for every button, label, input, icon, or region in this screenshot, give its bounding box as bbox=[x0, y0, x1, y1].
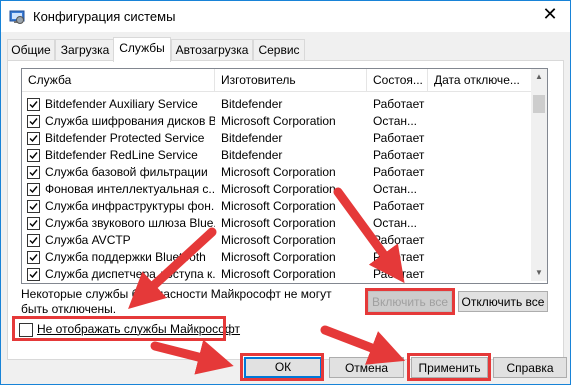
service-name: Фоновая интеллектуальная с... bbox=[45, 182, 215, 196]
service-status: Работает bbox=[373, 233, 425, 247]
table-row[interactable]: Bitdefender RedLine Service Bitdefender Ра… bbox=[22, 147, 532, 164]
row-checkbox[interactable] bbox=[27, 183, 40, 196]
checkmark-icon bbox=[29, 169, 38, 177]
tab-label: Сервис bbox=[258, 43, 300, 57]
cancel-button[interactable]: Отмена bbox=[329, 357, 404, 378]
service-status: Работает bbox=[373, 97, 425, 111]
column-header-disable-date[interactable]: Дата отключе... bbox=[428, 69, 532, 91]
service-status: Работает bbox=[373, 199, 425, 213]
service-name: Служба звукового шлюза Blue... bbox=[45, 216, 215, 230]
column-header-status[interactable]: Состоя... bbox=[367, 69, 428, 91]
row-checkbox[interactable] bbox=[27, 98, 40, 111]
service-status: Работает bbox=[373, 131, 425, 145]
tab-startup[interactable]: Автозагрузка bbox=[171, 39, 253, 60]
table-row[interactable]: Bitdefender Auxiliary Service Bitdefender… bbox=[22, 96, 532, 113]
tab-label: Общие bbox=[11, 43, 51, 57]
checkmark-icon bbox=[29, 237, 38, 245]
row-checkbox[interactable] bbox=[27, 268, 40, 281]
service-name: Bitdefender Auxiliary Service bbox=[45, 97, 198, 111]
row-checkbox[interactable] bbox=[27, 234, 40, 247]
highlight-apply bbox=[407, 353, 491, 381]
column-header-service[interactable]: Служба bbox=[22, 69, 215, 91]
close-icon[interactable]: ✕ bbox=[540, 4, 560, 25]
table-row[interactable]: Служба AVCTP Microsoft Corporation Работае… bbox=[22, 232, 532, 249]
service-vendor: Microsoft Corporation bbox=[221, 267, 336, 281]
table-row[interactable]: Служба базовой фильтрации Microsoft Corpo… bbox=[22, 164, 532, 181]
table-row[interactable]: Bitdefender Protected Service Bitdefender… bbox=[22, 130, 532, 147]
services-list[interactable]: Служба Изготовитель Состоя... Дата отклю… bbox=[21, 68, 548, 284]
highlight-ok bbox=[240, 353, 324, 381]
highlight-enable-all bbox=[365, 288, 455, 315]
service-status: Остан... bbox=[373, 114, 417, 128]
checkmark-icon bbox=[29, 203, 38, 211]
service-name: Служба инфраструктуры фон... bbox=[45, 199, 215, 213]
tab-boot[interactable]: Загрузка bbox=[55, 39, 115, 60]
checkmark-icon bbox=[29, 186, 38, 194]
checkmark-icon bbox=[29, 118, 38, 126]
service-vendor: Microsoft Corporation bbox=[221, 182, 336, 196]
service-status: Работает bbox=[373, 250, 425, 264]
checkmark-icon bbox=[29, 254, 38, 262]
scroll-thumb[interactable] bbox=[533, 95, 545, 113]
tab-services[interactable]: Службы bbox=[113, 37, 171, 62]
row-checkbox[interactable] bbox=[27, 251, 40, 264]
service-vendor: Microsoft Corporation bbox=[221, 114, 336, 128]
service-vendor: Microsoft Corporation bbox=[221, 216, 336, 230]
window-title: Конфигурация системы bbox=[33, 9, 176, 24]
table-row[interactable]: Служба звукового шлюза Blue... Microsoft … bbox=[22, 215, 532, 232]
service-status: Работает bbox=[373, 165, 425, 179]
service-name: Служба диспетчера доступа к... bbox=[45, 267, 215, 281]
security-note: Некоторые службы безопасности Майкрософт… bbox=[21, 287, 332, 316]
row-checkbox[interactable] bbox=[27, 115, 40, 128]
row-checkbox[interactable] bbox=[27, 149, 40, 162]
row-checkbox[interactable] bbox=[27, 132, 40, 145]
highlight-checkbox bbox=[12, 316, 226, 341]
scroll-down-icon[interactable]: ▼ bbox=[531, 265, 547, 281]
service-name: Служба поддержки Bluetooth bbox=[45, 250, 206, 264]
list-header: Служба Изготовитель Состоя... Дата отклю… bbox=[22, 69, 532, 92]
service-vendor: Microsoft Corporation bbox=[221, 165, 336, 179]
table-row[interactable]: Служба диспетчера доступа к... Microsoft … bbox=[22, 266, 532, 283]
table-row[interactable]: Фоновая интеллектуальная с... Microsoft C… bbox=[22, 181, 532, 198]
tab-label: Службы bbox=[119, 41, 165, 55]
service-name: Bitdefender RedLine Service bbox=[45, 148, 198, 162]
row-checkbox[interactable] bbox=[27, 166, 40, 179]
tab-label: Загрузка bbox=[60, 43, 110, 57]
scroll-up-icon[interactable]: ▲ bbox=[531, 69, 547, 85]
row-checkbox[interactable] bbox=[27, 217, 40, 230]
service-name: Служба шифрования дисков Bi... bbox=[45, 114, 215, 128]
tab-tools[interactable]: Сервис bbox=[253, 39, 305, 60]
help-button[interactable]: Справка bbox=[493, 357, 567, 378]
table-row[interactable]: Служба поддержки Bluetooth Microsoft Corp… bbox=[22, 249, 532, 266]
service-status: Остан... bbox=[373, 182, 417, 196]
service-vendor: Microsoft Corporation bbox=[221, 250, 336, 264]
service-vendor: Bitdefender bbox=[221, 148, 283, 162]
service-name: Bitdefender Protected Service bbox=[45, 131, 205, 145]
checkmark-icon bbox=[29, 271, 38, 279]
tab-general[interactable]: Общие bbox=[7, 39, 55, 60]
disable-all-button[interactable]: Отключить все bbox=[458, 291, 548, 312]
service-vendor: Microsoft Corporation bbox=[221, 233, 336, 247]
table-row[interactable]: Служба инфраструктуры фон... Microsoft Co… bbox=[22, 198, 532, 215]
checkmark-icon bbox=[29, 101, 38, 109]
service-status: Работает bbox=[373, 148, 425, 162]
vertical-scrollbar[interactable]: ▲ ▼ bbox=[531, 69, 547, 281]
column-header-vendor[interactable]: Изготовитель bbox=[215, 69, 367, 91]
tab-label: Автозагрузка bbox=[175, 43, 249, 57]
title-bar[interactable]: Конфигурация системы ✕ bbox=[1, 1, 570, 32]
msconfig-icon bbox=[9, 10, 25, 24]
checkmark-icon bbox=[29, 152, 38, 160]
checkmark-icon bbox=[29, 220, 38, 228]
checkmark-icon bbox=[29, 135, 38, 143]
service-name: Служба AVCTP bbox=[45, 233, 131, 247]
service-vendor: Microsoft Corporation bbox=[221, 199, 336, 213]
service-status: Остан... bbox=[373, 216, 417, 230]
service-vendor: Bitdefender bbox=[221, 131, 283, 145]
service-name: Служба базовой фильтрации bbox=[45, 165, 208, 179]
service-vendor: Bitdefender bbox=[221, 97, 283, 111]
service-status: Работает bbox=[373, 267, 425, 281]
table-row[interactable]: Служба шифрования дисков Bi... Microsoft … bbox=[22, 113, 532, 130]
row-checkbox[interactable] bbox=[27, 200, 40, 213]
